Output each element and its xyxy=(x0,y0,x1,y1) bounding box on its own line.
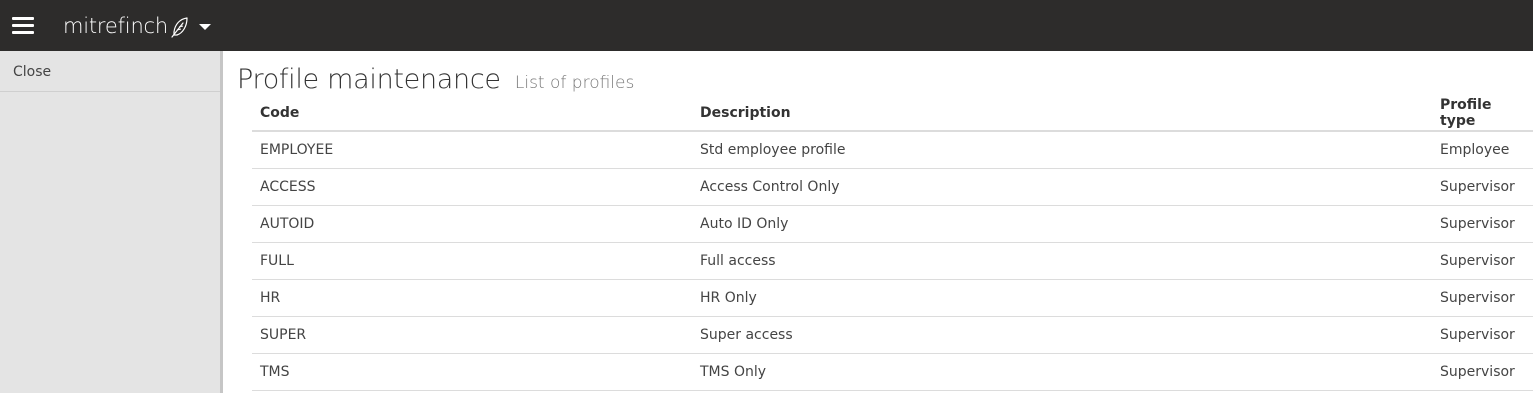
sidebar: Close xyxy=(0,51,223,393)
brand-dropdown[interactable]: mitrefinch xyxy=(63,11,212,41)
cell-code: TMS xyxy=(252,353,692,391)
cell-code: FULL xyxy=(252,242,692,280)
table-row[interactable]: ACCESS Access Control Only Supervisor xyxy=(252,168,1533,206)
column-header-profile-type[interactable]: Profile type xyxy=(1432,95,1533,132)
cell-description: Auto ID Only xyxy=(692,205,1432,243)
cell-profile-type: Supervisor xyxy=(1432,168,1533,206)
page-title: Profile maintenance xyxy=(237,64,501,95)
cell-profile-type: Supervisor xyxy=(1432,316,1533,354)
feather-icon xyxy=(171,17,188,38)
table-row[interactable]: HR HR Only Supervisor xyxy=(252,279,1533,317)
table-row[interactable]: SUPER Super access Supervisor xyxy=(252,316,1533,354)
cell-description: Super access xyxy=(692,316,1432,354)
cell-code: ACCESS xyxy=(252,168,692,206)
caret-down-icon xyxy=(199,24,212,30)
hamburger-menu-icon[interactable] xyxy=(12,16,34,36)
table-row[interactable]: TMS TMS Only Supervisor xyxy=(252,353,1533,391)
cell-description: Access Control Only xyxy=(692,168,1432,206)
main-content: Profile maintenance List of profiles Cod… xyxy=(237,51,1533,391)
sidebar-item-close[interactable]: Close xyxy=(0,51,220,92)
brand-name: mitrefinch xyxy=(63,14,169,38)
page-heading: Profile maintenance List of profiles xyxy=(237,51,1533,96)
cell-code: EMPLOYEE xyxy=(252,131,692,169)
page-subtitle: List of profiles xyxy=(514,73,635,93)
cell-profile-type: Supervisor xyxy=(1432,353,1533,391)
cell-code: SUPER xyxy=(252,316,692,354)
cell-profile-type: Supervisor xyxy=(1432,242,1533,280)
table-row[interactable]: EMPLOYEE Std employee profile Employee xyxy=(252,131,1533,169)
cell-profile-type: Supervisor xyxy=(1432,279,1533,317)
cell-description: Std employee profile xyxy=(692,131,1432,169)
cell-profile-type: Employee xyxy=(1432,131,1533,169)
column-header-code[interactable]: Code xyxy=(252,95,692,132)
cell-description: TMS Only xyxy=(692,353,1432,391)
table-row[interactable]: AUTOID Auto ID Only Supervisor xyxy=(252,205,1533,243)
cell-code: AUTOID xyxy=(252,205,692,243)
cell-code: HR xyxy=(252,279,692,317)
profiles-table: Code Description Profile type EMPLOYEE S… xyxy=(252,95,1533,391)
cell-profile-type: Supervisor xyxy=(1432,205,1533,243)
top-navbar: mitrefinch xyxy=(0,0,1533,51)
column-header-description[interactable]: Description xyxy=(692,95,1432,132)
table-header-row: Code Description Profile type xyxy=(252,95,1533,132)
table-row[interactable]: FULL Full access Supervisor xyxy=(252,242,1533,280)
cell-description: HR Only xyxy=(692,279,1432,317)
cell-description: Full access xyxy=(692,242,1432,280)
